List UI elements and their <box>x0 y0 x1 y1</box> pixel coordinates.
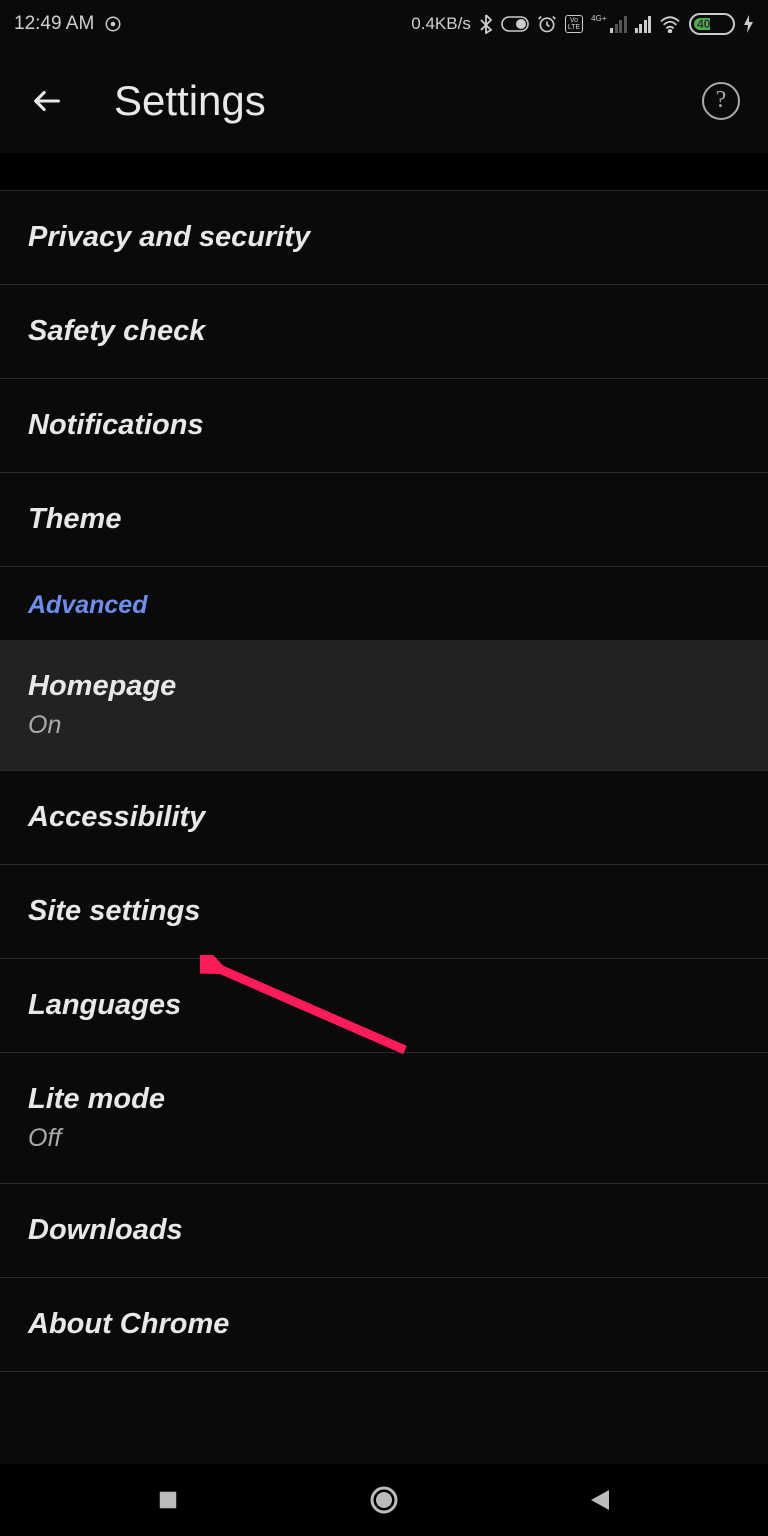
section-header-advanced: Advanced <box>0 567 768 640</box>
back-button[interactable] <box>28 82 66 120</box>
charging-icon <box>743 14 754 34</box>
settings-item-downloads[interactable]: Downloads <box>0 1184 768 1278</box>
settings-item-languages[interactable]: Languages <box>0 959 768 1053</box>
dnd-icon <box>501 16 529 32</box>
status-data-rate: 0.4KB/s <box>411 14 471 34</box>
item-subtitle: On <box>28 711 740 740</box>
item-label: Downloads <box>28 1214 740 1247</box>
item-label: Notifications <box>28 409 740 442</box>
nav-home-button[interactable] <box>368 1484 400 1516</box>
item-label: Site settings <box>28 895 740 928</box>
settings-item-lite-mode[interactable]: Lite mode Off <box>0 1053 768 1184</box>
status-bar: 12:49 AM 0.4KB/s VoLTE 4G+ <box>0 0 768 48</box>
item-label: Theme <box>28 503 740 536</box>
nav-back-button[interactable] <box>584 1484 616 1516</box>
settings-item-notifications[interactable]: Notifications <box>0 379 768 473</box>
page-title: Settings <box>114 77 654 125</box>
volte-icon: VoLTE <box>565 15 583 33</box>
item-label: Safety check <box>28 315 740 348</box>
settings-item-site-settings[interactable]: Site settings <box>0 865 768 959</box>
item-label: Languages <box>28 989 740 1022</box>
app-bar: Settings ? <box>0 48 768 153</box>
signal-2-icon <box>635 15 652 33</box>
settings-item-homepage[interactable]: Homepage On <box>0 640 768 771</box>
help-button[interactable]: ? <box>702 82 740 120</box>
item-subtitle: Off <box>28 1124 740 1153</box>
settings-item-accessibility[interactable]: Accessibility <box>0 771 768 865</box>
alarm-icon <box>537 14 557 34</box>
wifi-icon <box>659 15 681 33</box>
battery-icon: 40 <box>689 13 735 35</box>
item-label: Homepage <box>28 670 740 703</box>
item-label: Lite mode <box>28 1083 740 1116</box>
bluetooth-icon <box>479 14 493 34</box>
navigation-bar <box>0 1464 768 1536</box>
settings-item-theme[interactable]: Theme <box>0 473 768 567</box>
settings-item-safety-check[interactable]: Safety check <box>0 285 768 379</box>
top-spacer <box>0 153 768 191</box>
settings-item-privacy[interactable]: Privacy and security <box>0 191 768 285</box>
settings-list: Privacy and security Safety check Notifi… <box>0 191 768 1372</box>
status-time: 12:49 AM <box>14 13 94 35</box>
item-label: Accessibility <box>28 801 740 834</box>
item-label: Privacy and security <box>28 221 740 254</box>
item-label: About Chrome <box>28 1308 740 1341</box>
nav-recents-button[interactable] <box>152 1484 184 1516</box>
signal-1-icon: 4G+ <box>591 15 626 33</box>
settings-item-about-chrome[interactable]: About Chrome <box>0 1278 768 1372</box>
whatsapp-icon <box>104 15 122 33</box>
